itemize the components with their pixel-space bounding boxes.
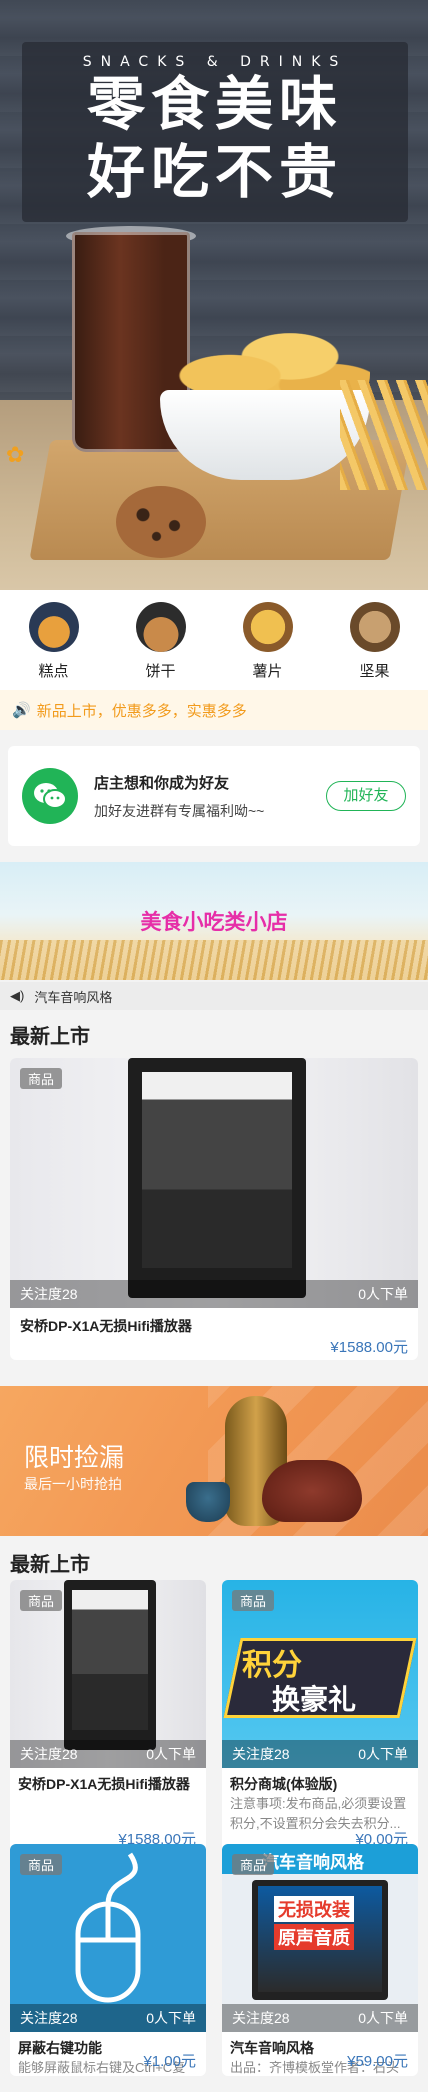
shop-name: 美食小吃类小店 <box>140 911 288 934</box>
notice-text: 新品上市，优惠多多，实惠多多 <box>36 702 247 720</box>
shop-banner[interactable]: 美食小吃类小店 <box>0 862 428 980</box>
product-card[interactable]: 商品 关注度28 0人下单 安桥DP-X1A无损Hifi播放器 ¥1588.00元 <box>10 1580 206 1860</box>
product-name: 积分商城(体验版) <box>230 1776 338 1792</box>
section-title: 最新上市 <box>10 1554 90 1576</box>
product-stats: 关注度28 0人下单 <box>10 1280 418 1308</box>
player-screen <box>142 1072 292 1268</box>
promo-subtitle: 最后一小时抢拍 <box>24 1476 122 1492</box>
page: ✿ SNACKS & DRINKS 零食美味 好吃不贵 糕点 饼干 薯片 坚果 … <box>0 0 428 2092</box>
notice-bar[interactable]: 🔊 新品上市，优惠多多，实惠多多 <box>0 690 428 730</box>
hero-title-box: SNACKS & DRINKS 零食美味 好吃不贵 <box>22 42 408 222</box>
wechat-icon <box>22 768 78 824</box>
product-card[interactable]: 商品关注度280人下单屏蔽右键功能能够屏蔽鼠标右键及Ctrl+C复制功能，让您的… <box>10 1844 206 2076</box>
follow-count: 关注度28 <box>232 1746 290 1762</box>
add-friend-card: 店主想和你成为好友 加好友进群有专属福利呦~~ 加好友 <box>8 746 420 846</box>
order-count: 0人下单 <box>358 2010 408 2026</box>
car-audio-text: 原声音质 <box>274 1924 354 1950</box>
teapot-image <box>262 1460 362 1522</box>
product-stats: 关注度28 0人下单 <box>222 1740 418 1768</box>
product-tag: 商品 <box>20 1590 63 1611</box>
product-name: 安桥DP-X1A无损Hifi播放器 <box>18 1776 190 1792</box>
nuts-icon <box>349 602 400 652</box>
product-tag: 商品 <box>232 1590 275 1611</box>
cup-image <box>186 1482 230 1522</box>
product-price: ¥1.00元 <box>143 2053 196 2070</box>
category-cake[interactable]: 糕点 <box>14 602 94 690</box>
product-image <box>10 1058 418 1308</box>
hero-subtitle: SNACKS & DRINKS <box>82 54 348 70</box>
product-price: ¥59.00元 <box>347 2053 408 2070</box>
follow-count: 关注度28 <box>20 1286 78 1302</box>
product-stats: 关注度28 0人下单 <box>10 2004 206 2032</box>
category-nav: 糕点 饼干 薯片 坚果 <box>0 590 428 690</box>
category-label: 薯片 <box>252 663 283 680</box>
promo-title: 限时捡漏 <box>24 1444 125 1472</box>
category-biscuit[interactable]: 饼干 <box>121 602 201 690</box>
friend-subtitle: 加好友进群有专属福利呦~~ <box>94 802 265 819</box>
hero-title-line1: 零食美味 <box>86 70 343 138</box>
product-card-featured[interactable]: 商品 关注度28 0人下单 安桥DP-X1A无损Hifi播放器 ¥1588.00… <box>10 1058 418 1360</box>
category-label: 饼干 <box>145 663 176 680</box>
speaker-icon: ◀) <box>10 988 25 1003</box>
category-chips[interactable]: 薯片 <box>228 602 308 690</box>
follow-count: 关注度28 <box>232 2010 290 2026</box>
fries-image <box>340 380 428 490</box>
product-price: ¥1588.00元 <box>330 1339 408 1356</box>
hero-banner[interactable]: ✿ SNACKS & DRINKS 零食美味 好吃不贵 <box>0 0 428 590</box>
product-stats: 关注度28 0人下单 <box>222 2004 418 2032</box>
product-tag: 商品 <box>20 1854 63 1875</box>
order-count: 0人下单 <box>358 1746 408 1762</box>
order-count: 0人下单 <box>146 2010 196 2026</box>
promo-banner[interactable]: 限时捡漏 最后一小时抢拍 <box>0 1386 428 1536</box>
friend-title: 店主想和你成为好友 <box>94 774 230 792</box>
add-friend-button[interactable]: 加好友 <box>326 781 406 811</box>
product-card[interactable]: 积分 换豪礼 商品 关注度28 0人下单 积分商城(体验版) 注意事项:发布商品,必须要设置… <box>222 1580 418 1860</box>
car-audio-title: 汽车音响风格 <box>262 1853 364 1872</box>
follow-count: 关注度28 <box>20 1746 78 1762</box>
product-name: 安桥DP-X1A无损Hifi播放器 <box>20 1318 192 1334</box>
speaker-icon: 🔊 <box>12 702 31 719</box>
product-stats: 关注度28 0人下单 <box>10 1740 206 1768</box>
product-tag: 商品 <box>232 1854 275 1875</box>
hero-title-line2: 好吃不贵 <box>86 138 343 206</box>
category-label: 糕点 <box>38 663 69 680</box>
announcement-bar[interactable]: ◀) 汽车音响风格 <box>0 982 428 1010</box>
follow-count: 关注度28 <box>20 2010 78 2026</box>
player-body <box>64 1580 156 1750</box>
player-image <box>128 1058 306 1298</box>
points-text: 换豪礼 <box>272 1684 357 1715</box>
cake-icon <box>28 602 79 652</box>
player-screen <box>72 1590 148 1730</box>
category-nuts[interactable]: 坚果 <box>335 602 415 690</box>
friend-text: 店主想和你成为好友 加好友进群有专属福利呦~~ <box>94 772 326 821</box>
product-card[interactable]: 汽车音响风格 无损改装 原声音质 商品 关注度28 0人下单 汽车音响风格 出品：齐博模板堂作… <box>222 1844 418 2076</box>
car-audio-text: 无损改装 <box>274 1896 354 1922</box>
chips-icon <box>242 602 293 652</box>
wheat-decoration <box>0 940 428 980</box>
hero-badge-icon: ✿ <box>6 442 25 467</box>
biscuit-icon <box>135 602 186 652</box>
order-count: 0人下单 <box>358 1286 408 1302</box>
section-title: 最新上市 <box>10 1026 90 1048</box>
product-tag: 商品 <box>20 1068 63 1089</box>
order-count: 0人下单 <box>146 1746 196 1762</box>
category-label: 坚果 <box>359 663 390 680</box>
announcement-text: 汽车音响风格 <box>34 989 113 1005</box>
cookie-image <box>116 486 206 558</box>
